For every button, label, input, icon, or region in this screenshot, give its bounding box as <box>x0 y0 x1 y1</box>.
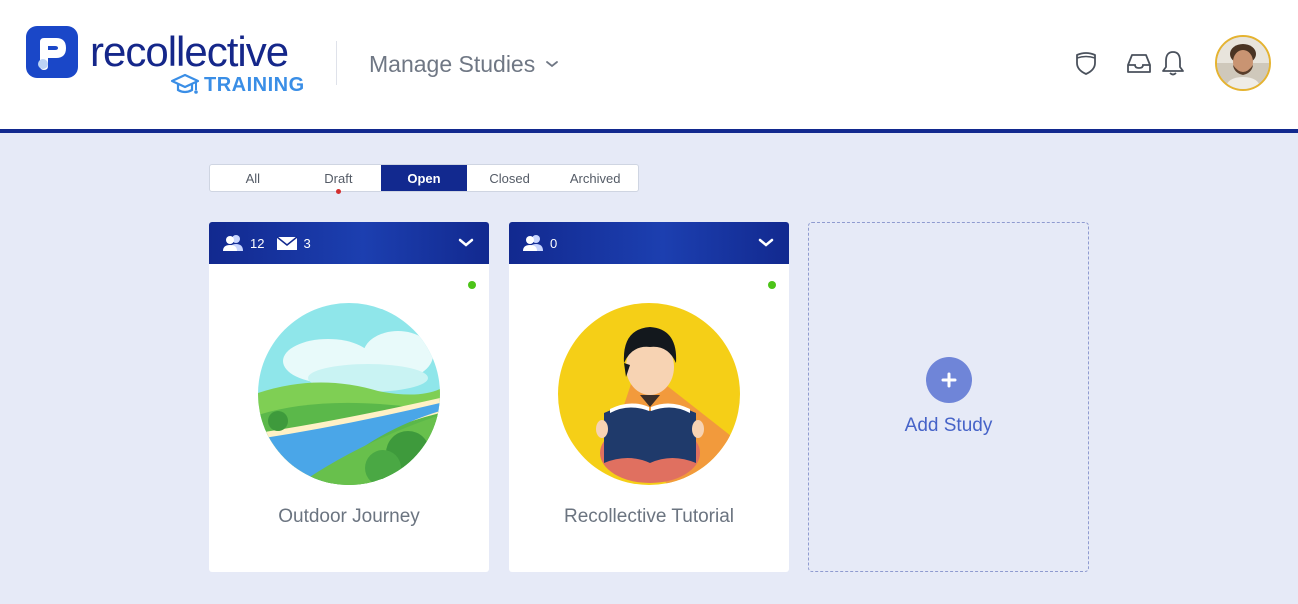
brand-subtitle-text: TRAINING <box>204 73 305 96</box>
study-card[interactable]: 12 3 Outdoor Journey <box>209 222 489 572</box>
notifications-button[interactable] <box>1158 48 1188 78</box>
participants-icon <box>523 235 543 251</box>
tab-archived[interactable]: Archived <box>552 165 638 191</box>
brand-subtitle: TRAINING <box>170 70 305 100</box>
top-header: recollective TRAINING Manage Studies <box>0 0 1298 129</box>
shield-button[interactable] <box>1071 48 1101 78</box>
status-indicator <box>468 281 476 289</box>
tab-all[interactable]: All <box>210 165 296 191</box>
plus-icon <box>941 372 957 388</box>
study-title[interactable]: Recollective Tutorial <box>509 506 789 528</box>
brand-logo[interactable]: recollective TRAINING <box>26 26 316 102</box>
brand-name: recollective <box>90 28 289 75</box>
tab-draft[interactable]: Draft <box>296 165 382 194</box>
header-divider <box>336 41 337 85</box>
card-menu-toggle[interactable] <box>457 235 475 251</box>
chevron-down-icon <box>458 238 474 247</box>
study-card-header: 12 3 <box>209 222 489 264</box>
recollective-logo-icon <box>26 26 78 78</box>
status-indicator <box>768 281 776 289</box>
tab-archived-label: Archived <box>569 170 621 186</box>
participants-count: 12 <box>250 235 265 251</box>
messages-stat: 3 <box>276 235 311 251</box>
inbox-icon <box>1127 54 1151 73</box>
landscape-illustration-icon <box>258 303 440 485</box>
manage-studies-menu[interactable]: Manage Studies <box>369 49 559 79</box>
participants-stat: 0 <box>521 234 557 252</box>
study-card-header: 0 <box>509 222 789 264</box>
study-thumbnail[interactable] <box>558 303 740 485</box>
header-accent-bar <box>0 129 1298 133</box>
add-study-button[interactable] <box>926 357 972 403</box>
user-photo-icon <box>1217 37 1269 89</box>
tab-all-label: All <box>245 170 261 186</box>
chevron-down-icon <box>758 238 774 247</box>
graduation-cap-icon <box>170 73 200 94</box>
chevron-down-icon <box>546 61 559 68</box>
draft-indicator-dot <box>335 189 341 194</box>
add-study-label[interactable]: Add Study <box>809 415 1088 437</box>
participants-icon <box>223 235 243 251</box>
study-card[interactable]: 0 Recollective Tutorial <box>509 222 789 572</box>
tab-open[interactable]: Open <box>381 165 467 191</box>
inbox-button[interactable] <box>1124 48 1154 78</box>
participants-count: 0 <box>550 235 558 251</box>
manage-studies-label: Manage Studies <box>369 50 536 77</box>
study-title[interactable]: Outdoor Journey <box>209 506 489 528</box>
shield-icon <box>1076 52 1096 75</box>
add-study-card[interactable]: Add Study <box>808 222 1089 572</box>
bell-icon <box>1162 51 1184 76</box>
envelope-icon <box>277 236 298 250</box>
tab-closed[interactable]: Closed <box>467 165 553 191</box>
status-filter-tabs: All Draft Open Closed Archived <box>209 164 639 194</box>
tab-open-label: Open <box>407 170 441 186</box>
study-thumbnail[interactable] <box>258 303 440 485</box>
user-avatar[interactable] <box>1215 35 1271 91</box>
card-menu-toggle[interactable] <box>757 235 775 251</box>
tab-draft-label: Draft <box>324 170 353 186</box>
reader-illustration-icon <box>558 303 740 485</box>
tab-closed-label: Closed <box>489 170 530 186</box>
messages-count: 3 <box>303 235 311 251</box>
participants-stat: 12 <box>221 234 264 252</box>
